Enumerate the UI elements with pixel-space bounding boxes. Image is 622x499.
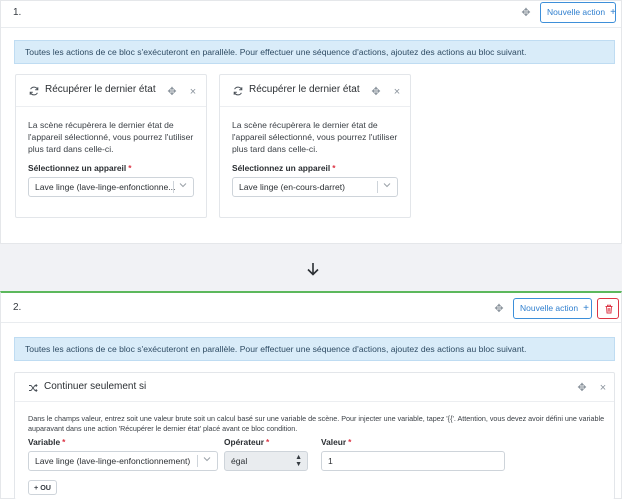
block-2-move-icon[interactable]: ✥ (494, 304, 504, 315)
condition-title: Continuer seulement si (44, 381, 147, 392)
card-move-icon[interactable]: ✥ (371, 87, 381, 98)
card-description: La scène récupèrera le dernier état de l… (28, 120, 194, 154)
required-mark: * (332, 163, 336, 173)
condition-card-header: Continuer seulement si ✥ × (15, 373, 614, 402)
chevron-down-icon (179, 183, 187, 188)
scene-block-2: 2. ✥ Nouvelle action + Toutes les actions… (0, 291, 622, 499)
plus-icon: + (583, 303, 589, 314)
device-select-value: Lave linge (en-cours-darret) (239, 182, 346, 192)
updown-arrows-icon: ▲ ▼ (295, 454, 302, 468)
device-select-label: Sélectionnez un appareil * (232, 163, 335, 173)
value-input[interactable]: 1 (321, 451, 505, 471)
plus-icon: + (610, 7, 616, 18)
card-title: Récupérer le dernier état (45, 84, 156, 95)
operator-select-value: égal (231, 456, 248, 466)
device-select-value: Lave linge (lave-linge-enfonctionne... (35, 182, 176, 192)
value-label: Valeur * (321, 437, 351, 447)
condition-close-icon[interactable]: × (598, 383, 608, 394)
card-close-icon[interactable]: × (392, 87, 402, 98)
action-card-get-state-1: Récupérer le dernier état ✥ × La scène r… (15, 74, 207, 218)
arrow-down-icon (307, 263, 319, 276)
block-1-header: 1. ✥ Nouvelle action + (1, 1, 621, 28)
chevron-down-icon (383, 183, 391, 188)
block-2-header: 2. ✥ Nouvelle action + (1, 293, 621, 323)
condition-description: Dans le champs valeur, entrez soit une v… (28, 414, 605, 433)
shuffle-icon (29, 383, 38, 393)
device-select-label: Sélectionnez un appareil * (28, 163, 131, 173)
required-mark: * (348, 437, 352, 447)
device-select[interactable]: Lave linge (en-cours-darret) (232, 177, 398, 197)
block-1-parallel-alert: Toutes les actions de ce bloc s'exécuter… (14, 40, 615, 64)
select-separator (377, 181, 378, 193)
block-2-number: 2. (13, 302, 22, 313)
card-close-icon[interactable]: × (188, 87, 198, 98)
refresh-icon (29, 86, 39, 96)
variable-label: Variable * (28, 437, 65, 447)
card-header: Récupérer le dernier état ✥ × (16, 75, 206, 107)
new-action-label: Nouvelle action (520, 303, 579, 313)
operator-select[interactable]: égal ▲ ▼ (224, 451, 308, 471)
card-move-icon[interactable]: ✥ (167, 87, 177, 98)
variable-label-text: Variable (28, 437, 61, 447)
operator-label-text: Opérateur (224, 437, 265, 447)
trash-icon (605, 304, 613, 314)
required-mark: * (266, 437, 270, 447)
action-card-get-state-2: Récupérer le dernier état ✥ × La scène r… (219, 74, 411, 218)
value-label-text: Valeur (321, 437, 347, 447)
chevron-down-icon (203, 457, 211, 462)
condition-move-icon[interactable]: ✥ (577, 383, 587, 394)
block-2-delete-button[interactable] (597, 298, 619, 319)
add-or-condition-button[interactable]: + OU (28, 480, 57, 495)
variable-select[interactable]: Lave linge (lave-linge-enfonctionnement) (28, 451, 218, 471)
card-title: Récupérer le dernier état (249, 84, 360, 95)
scene-block-1: 1. ✥ Nouvelle action + Toutes les actions… (0, 0, 622, 244)
variable-select-value: Lave linge (lave-linge-enfonctionnement) (35, 456, 191, 466)
refresh-icon (233, 86, 243, 96)
block-1-number: 1. (13, 7, 22, 18)
block-2-new-action-button[interactable]: Nouvelle action + (513, 298, 592, 319)
card-description: La scène récupèrera le dernier état de l… (232, 120, 398, 154)
operator-label: Opérateur * (224, 437, 269, 447)
required-mark: * (62, 437, 66, 447)
select-separator (197, 455, 198, 467)
condition-card-continue-only-if: Continuer seulement si ✥ × Dans le champ… (14, 372, 615, 499)
device-select[interactable]: Lave linge (lave-linge-enfonctionne... (28, 177, 194, 197)
device-label-text: Sélectionnez un appareil (28, 163, 127, 173)
card-header: Récupérer le dernier état ✥ × (220, 75, 410, 107)
block-1-new-action-button[interactable]: Nouvelle action + (540, 2, 616, 23)
new-action-label: Nouvelle action (547, 7, 606, 17)
block-1-move-icon[interactable]: ✥ (521, 8, 531, 19)
select-separator (173, 181, 174, 193)
required-mark: * (128, 163, 132, 173)
block-2-parallel-alert: Toutes les actions de ce bloc s'exécuter… (14, 337, 615, 361)
device-label-text: Sélectionnez un appareil (232, 163, 331, 173)
